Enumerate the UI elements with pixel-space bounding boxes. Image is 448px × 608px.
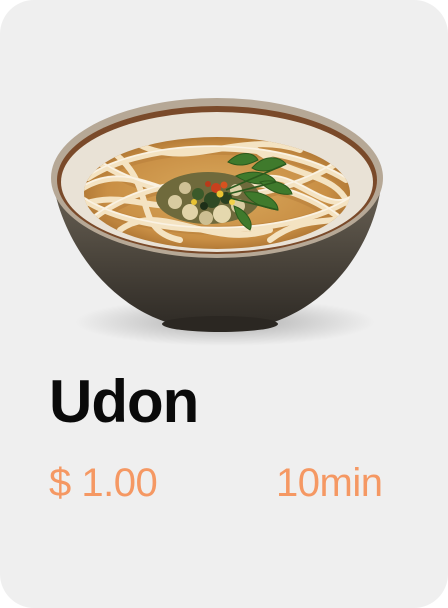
price-label: $ 1.00 — [49, 461, 158, 505]
udon-bowl-image — [51, 98, 383, 346]
dish-name: Udon — [49, 368, 199, 435]
food-card[interactable]: Udon $ 1.00 10min — [0, 0, 448, 608]
prep-time-label: 10min — [276, 461, 383, 505]
